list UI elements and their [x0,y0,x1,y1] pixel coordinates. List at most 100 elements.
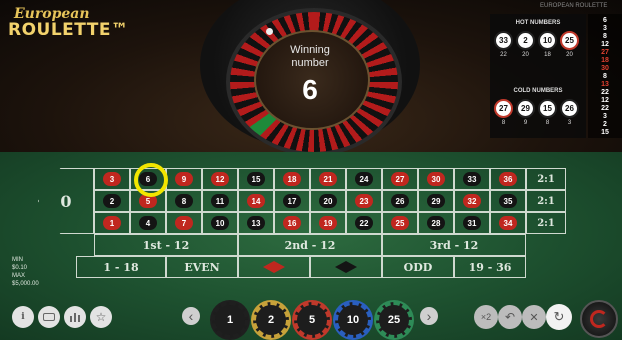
chip-25[interactable]: 25 [376,302,412,338]
red-bet[interactable] [238,256,310,278]
number-label: 24 [355,172,373,186]
info-button[interactable]: i [12,306,34,328]
chip-5[interactable]: 5 [294,302,330,338]
number-cell-27[interactable]: 27 [382,168,418,190]
dozen-bet-label: 2nd - 12 [284,238,336,252]
chart-button[interactable] [64,306,86,328]
number-label: 3 [103,172,121,186]
dozen-bet-3[interactable]: 3rd - 12 [382,234,526,256]
outside-bet-label: 1 - 18 [103,260,139,274]
column-bet-label: 2:1 [537,217,555,229]
number-cell-12[interactable]: 12 [202,168,238,190]
number-label: 33 [463,172,481,186]
number-cell-35[interactable]: 35 [490,190,526,212]
number-cell-30[interactable]: 30 [418,168,454,190]
number-cell-24[interactable]: 24 [346,168,382,190]
star-icon: ☆ [95,310,107,324]
number-cell-8[interactable]: 8 [166,190,202,212]
betting-grid: 0 3 6 9 12 15 18 21 24 27 30 33 36 2:1 2 5 8 11 14 17 20 23 26… [0,0,622,340]
close-icon: ✕ [529,311,539,324]
number-cell-22[interactable]: 22 [346,212,382,234]
number-label: 10 [211,216,229,230]
zero-cell[interactable]: 0 [38,168,94,234]
number-cell-33[interactable]: 33 [454,168,490,190]
outside-bet-label: ODD [403,260,433,274]
number-cell-34[interactable]: 34 [490,212,526,234]
number-cell-15[interactable]: 15 [238,168,274,190]
number-cell-36[interactable]: 36 [490,168,526,190]
black-bet[interactable] [310,256,382,278]
column-bet-1[interactable]: 2:1 [526,168,566,190]
spin-button[interactable] [580,300,618,338]
number-cell-13[interactable]: 13 [238,212,274,234]
number-label: 11 [211,194,229,208]
dozen-bet-2[interactable]: 2nd - 12 [238,234,382,256]
number-cell-26[interactable]: 26 [382,190,418,212]
number-cell-14[interactable]: 14 [238,190,274,212]
number-cell-29[interactable]: 29 [418,190,454,212]
number-cell-10[interactable]: 10 [202,212,238,234]
chip-1[interactable]: 1 [212,302,248,338]
number-cell-21[interactable]: 21 [310,168,346,190]
number-label: 22 [355,216,373,230]
number-label: 17 [283,194,301,208]
number-label: 32 [463,194,481,208]
number-cell-17[interactable]: 17 [274,190,310,212]
chip-value: 1 [226,314,234,326]
min-value: $0.10 [12,265,28,271]
undo-icon: ↶ [504,310,516,324]
number-label: 31 [463,216,481,230]
number-cell-28[interactable]: 28 [418,212,454,234]
rebet-button[interactable]: ↻ [546,304,572,330]
chips-next-button[interactable]: › [420,307,438,325]
number-cell-19[interactable]: 19 [310,212,346,234]
number-cell-3[interactable]: 3 [94,168,130,190]
chip-value: 25 [387,314,401,326]
number-cell-9[interactable]: 9 [166,168,202,190]
outside-bet-2[interactable]: ODD [382,256,454,278]
dozen-bet-1[interactable]: 1st - 12 [94,234,238,256]
bet-limits: MIN $0.10 MAX $5,000.00 [12,256,39,288]
number-cell-32[interactable]: 32 [454,190,490,212]
undo-button[interactable]: ↶ [498,305,522,329]
outside-bet-label: 19 - 36 [468,260,512,274]
number-cell-18[interactable]: 18 [274,168,310,190]
number-label: 35 [499,194,517,208]
double-bet-button[interactable]: ×2 [474,305,498,329]
number-cell-20[interactable]: 20 [310,190,346,212]
column-bet-2[interactable]: 2:1 [526,190,566,212]
max-value: $5,000.00 [12,281,39,287]
chip-2[interactable]: 2 [253,302,289,338]
number-label: 27 [391,172,409,186]
column-bet-3[interactable]: 2:1 [526,212,566,234]
outside-bet-3[interactable]: 19 - 36 [454,256,526,278]
bar-chart-icon [70,313,80,322]
max-label: MAX [12,273,26,279]
favorites-button[interactable]: ☆ [90,306,112,328]
chips-prev-button[interactable]: ‹ [182,307,200,325]
chip-10[interactable]: 10 [335,302,371,338]
number-cell-16[interactable]: 16 [274,212,310,234]
number-cell-23[interactable]: 23 [346,190,382,212]
outside-bet-0[interactable]: 1 - 18 [76,256,166,278]
number-cell-7[interactable]: 7 [166,212,202,234]
info-icon: i [21,312,25,322]
dozen-bet-label: 1st - 12 [142,238,190,252]
clear-bets-button[interactable]: ✕ [522,305,546,329]
number-label: 18 [283,172,301,186]
number-cell-11[interactable]: 11 [202,190,238,212]
chevron-left-icon: ‹ [188,308,194,324]
dozen-bet-label: 3rd - 12 [429,238,479,252]
zero-label: 0 [60,191,72,211]
number-label: 34 [499,216,517,230]
number-cell-2[interactable]: 2 [94,190,130,212]
number-label: 26 [391,194,409,208]
number-cell-4[interactable]: 4 [130,212,166,234]
number-cell-31[interactable]: 31 [454,212,490,234]
number-label: 28 [427,216,445,230]
number-cell-25[interactable]: 25 [382,212,418,234]
number-cell-1[interactable]: 1 [94,212,130,234]
statistics-button[interactable] [38,306,60,328]
number-label: 14 [247,194,265,208]
outside-bet-1[interactable]: EVEN [166,256,238,278]
